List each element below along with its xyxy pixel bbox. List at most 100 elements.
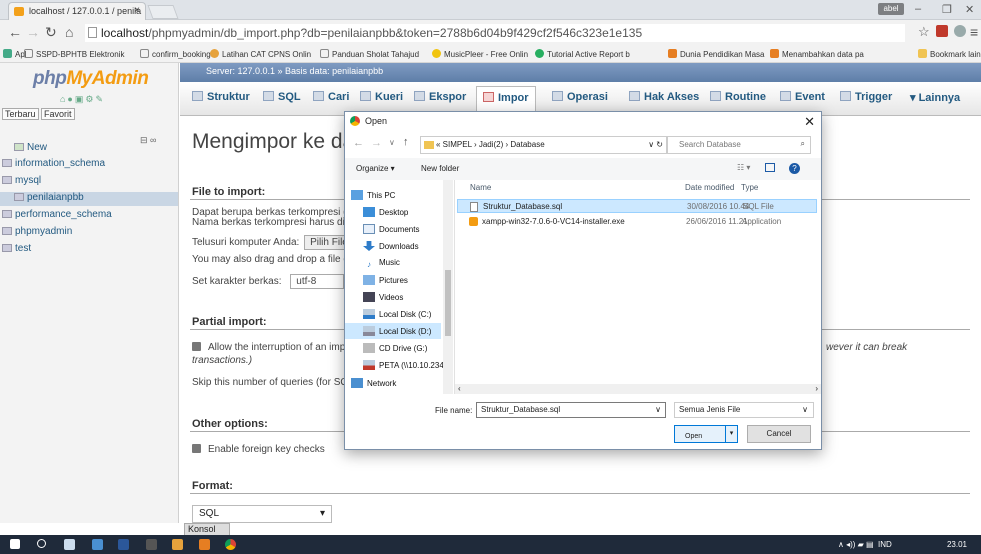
chevron-down-icon[interactable]: ∨ bbox=[389, 138, 395, 147]
store-icon[interactable] bbox=[92, 539, 103, 550]
tab-kueri[interactable]: Kueri bbox=[360, 91, 403, 103]
nav-this-pc[interactable]: This PC bbox=[351, 190, 395, 200]
scrollbar-thumb[interactable] bbox=[445, 270, 451, 336]
tree-item-database[interactable]: test bbox=[2, 243, 31, 254]
search-icon[interactable] bbox=[37, 539, 46, 548]
foreign-key-checkbox[interactable] bbox=[192, 444, 201, 453]
star-icon[interactable]: ☆ bbox=[918, 24, 930, 40]
profile-button[interactable]: abel bbox=[878, 3, 904, 15]
nav-documents[interactable]: Documents bbox=[363, 224, 419, 234]
bookmark-item[interactable]: SSPD-BPHTB Elektronik bbox=[24, 49, 124, 59]
tab-struktur[interactable]: Struktur bbox=[192, 91, 250, 103]
terminal-icon[interactable] bbox=[146, 539, 157, 550]
nav-pictures[interactable]: Pictures bbox=[363, 275, 408, 285]
path-breadcrumb[interactable]: « SIMPEL › Jadi(2) › Database ∨ ↻ bbox=[420, 136, 668, 154]
charset-select[interactable]: utf-8 bbox=[290, 274, 345, 289]
system-tray[interactable]: ∧ ◂)) ▰ ▤ IND bbox=[838, 540, 892, 549]
nav-local-disk-c[interactable]: Local Disk (C:) bbox=[363, 309, 431, 319]
bookmark-item[interactable]: Latihan CAT CPNS Onlin bbox=[210, 49, 311, 59]
filename-input[interactable]: Struktur_Database.sql ∨ bbox=[476, 402, 666, 418]
home-icon[interactable]: ⌂ bbox=[65, 24, 73, 40]
up-icon[interactable]: ↑ bbox=[403, 136, 409, 148]
tab-sql[interactable]: SQL bbox=[263, 91, 301, 103]
task-view-icon[interactable] bbox=[64, 539, 75, 550]
xampp-icon[interactable] bbox=[199, 539, 210, 550]
back-icon[interactable]: ← bbox=[353, 137, 364, 149]
close-window-icon[interactable]: ✕ bbox=[965, 3, 974, 16]
explorer-icon[interactable] bbox=[172, 539, 183, 550]
tree-item-database[interactable]: performance_schema bbox=[2, 209, 112, 220]
reload-icon[interactable]: ↻ bbox=[45, 24, 57, 41]
menu-icon[interactable]: ≡ bbox=[970, 24, 978, 40]
nav-local-disk-d[interactable]: Local Disk (D:) bbox=[345, 323, 441, 339]
minimize-icon[interactable]: – bbox=[915, 3, 921, 15]
file-row-selected[interactable]: Struktur_Database.sql 30/08/2016 10.44 S… bbox=[457, 199, 817, 213]
tab-close-icon[interactable]: × bbox=[134, 5, 140, 16]
chrome-icon[interactable] bbox=[225, 539, 236, 550]
console-toggle[interactable]: Konsol bbox=[184, 523, 230, 535]
pdf-extension-icon[interactable] bbox=[936, 25, 948, 37]
nav-network-drive[interactable]: PETA (\\10.10.234 bbox=[363, 360, 444, 370]
view-options-icon[interactable]: ☷ ▾ bbox=[737, 163, 750, 172]
nav-music[interactable]: ♪ Music bbox=[363, 258, 400, 270]
search-input[interactable]: Search Database ⌕ bbox=[666, 136, 811, 154]
tree-item-database[interactable]: phpmyadmin bbox=[2, 226, 72, 237]
tree-item-database[interactable]: information_schema bbox=[2, 158, 105, 169]
recent-tab[interactable]: Terbaru bbox=[2, 108, 39, 120]
column-name[interactable]: Name bbox=[470, 183, 491, 192]
refresh-icon[interactable]: ∨ ↻ bbox=[648, 140, 663, 149]
column-type[interactable]: Type bbox=[741, 183, 758, 192]
bookmark-item[interactable]: Menambahkan data pa bbox=[770, 49, 864, 59]
browser-tab[interactable]: localhost / 127.0.0.1 / penila × bbox=[8, 2, 146, 20]
scroll-right-icon[interactable]: › bbox=[815, 384, 818, 393]
forward-icon[interactable]: → bbox=[371, 137, 382, 149]
open-dropdown-icon[interactable]: ▾ bbox=[725, 426, 737, 442]
help-icon[interactable]: ? bbox=[789, 163, 800, 174]
file-row[interactable]: xampp-win32-7.0.6-0-VC14-installer.exe 2… bbox=[457, 215, 817, 229]
bookmark-item[interactable]: Dunia Pendidikan Masa bbox=[668, 49, 765, 59]
tree-item-database[interactable]: mysql bbox=[2, 175, 41, 186]
extension-icon[interactable] bbox=[954, 25, 966, 37]
organize-button[interactable]: Organize ▾ bbox=[356, 164, 395, 173]
bookmark-item[interactable]: MusicPleer - Free Onlin bbox=[432, 49, 528, 59]
word-icon[interactable] bbox=[118, 539, 129, 550]
column-date-modified[interactable]: Date modified bbox=[685, 183, 734, 192]
cancel-button[interactable]: Cancel bbox=[747, 425, 811, 443]
file-list-scrollbar[interactable]: ‹ › bbox=[455, 384, 821, 394]
phpmyadmin-logo[interactable]: phpMyAdmin bbox=[33, 68, 149, 90]
nav-downloads[interactable]: Downloads bbox=[363, 241, 419, 251]
bookmark-other[interactable]: Bookmark lain bbox=[918, 49, 981, 59]
tab-cari[interactable]: Cari bbox=[313, 91, 349, 103]
new-folder-button[interactable]: New folder bbox=[421, 164, 459, 173]
tree-item-database-selected[interactable]: penilaianpbb bbox=[0, 192, 178, 206]
tab-lainnya[interactable]: ▾ Lainnya bbox=[910, 91, 960, 104]
bookmark-item[interactable]: Tutorial Active Report b bbox=[535, 49, 630, 59]
chevron-down-icon[interactable]: ∨ bbox=[655, 405, 661, 414]
tab-ekspor[interactable]: Ekspor bbox=[414, 91, 466, 103]
nav-desktop[interactable]: Desktop bbox=[363, 207, 408, 217]
tree-item-new[interactable]: New bbox=[14, 142, 47, 153]
address-bar[interactable]: localhost/phpmyadmin/db_import.php?db=pe… bbox=[85, 24, 905, 42]
nav-network[interactable]: Network bbox=[351, 378, 396, 388]
tab-trigger[interactable]: Trigger bbox=[840, 91, 892, 103]
nav-cd-drive[interactable]: CD Drive (G:) bbox=[363, 343, 427, 353]
filetype-select[interactable]: Semua Jenis File ∨ bbox=[674, 402, 814, 418]
clock[interactable]: 23.01 bbox=[947, 540, 967, 549]
collapse-link-icons[interactable]: ⊟ ∞ bbox=[140, 135, 156, 146]
scroll-left-icon[interactable]: ‹ bbox=[458, 384, 461, 393]
open-button[interactable]: Open ▾ bbox=[674, 425, 738, 443]
new-tab-button[interactable] bbox=[147, 5, 179, 19]
nav-videos[interactable]: Videos bbox=[363, 292, 403, 302]
tab-routine[interactable]: Routine bbox=[710, 91, 766, 103]
tab-event[interactable]: Event bbox=[780, 91, 825, 103]
tab-operasi[interactable]: Operasi bbox=[552, 91, 608, 103]
bookmark-item[interactable]: Panduan Sholat Tahajud bbox=[320, 49, 419, 59]
language-indicator[interactable]: IND bbox=[878, 540, 892, 549]
quick-links-icons[interactable]: ⌂●▣⚙✎ bbox=[60, 94, 105, 105]
forward-icon[interactable]: → bbox=[26, 24, 40, 40]
preview-pane-icon[interactable] bbox=[765, 163, 775, 172]
format-select[interactable]: SQL ▾ bbox=[192, 505, 332, 523]
favorite-tab[interactable]: Favorit bbox=[41, 108, 75, 120]
nav-scrollbar[interactable] bbox=[443, 180, 453, 394]
allow-interrupt-checkbox[interactable] bbox=[192, 342, 201, 351]
